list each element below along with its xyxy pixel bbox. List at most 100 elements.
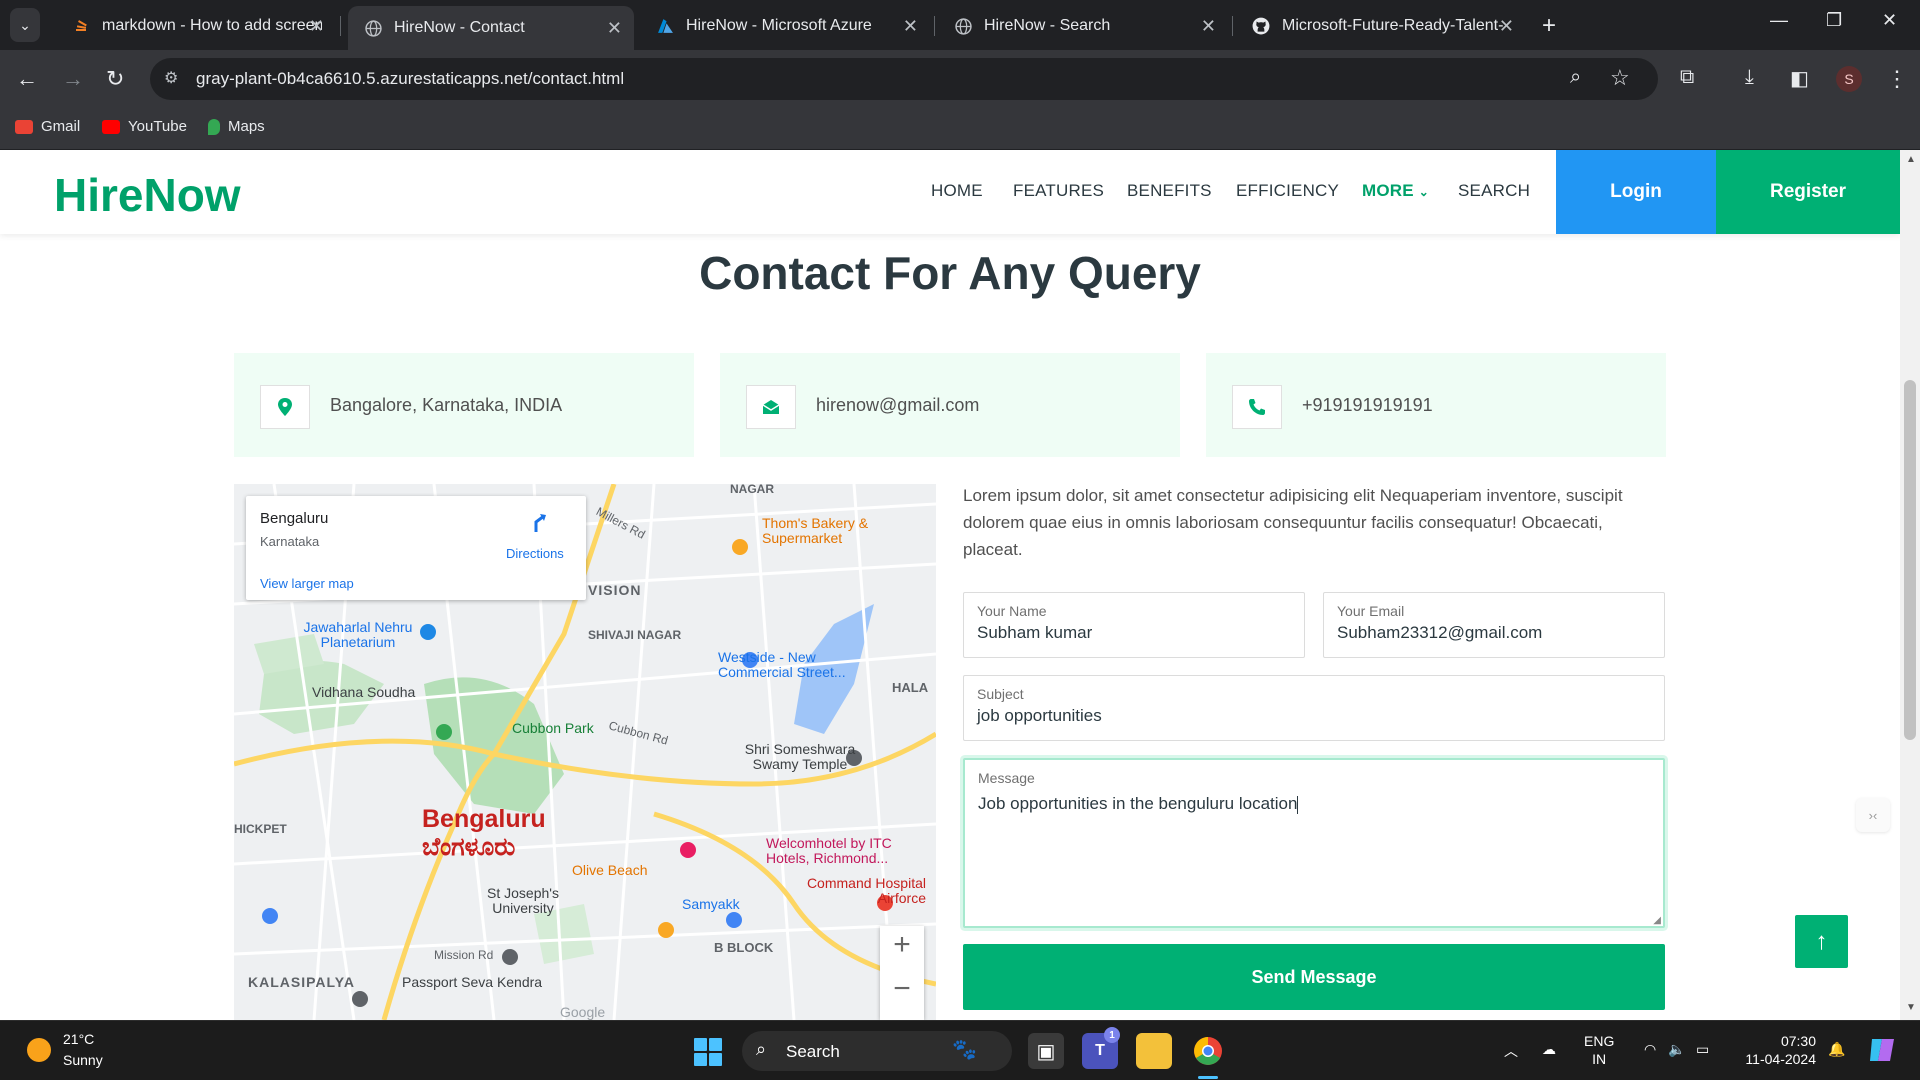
scroll-down-icon[interactable]: ▼ bbox=[1906, 1002, 1916, 1013]
map-label: Google bbox=[560, 1004, 606, 1020]
email-field[interactable]: Your Email Subham23312@gmail.com bbox=[1323, 592, 1665, 658]
active-app-indicator bbox=[1198, 1076, 1218, 1079]
back-arrow-icon[interactable]: ← bbox=[16, 66, 38, 92]
register-button[interactable]: Register bbox=[1716, 150, 1900, 234]
new-tab-button[interactable]: + bbox=[1542, 12, 1556, 40]
menu-dots-icon[interactable]: ⋮ bbox=[1886, 66, 1908, 92]
bookmark-maps[interactable]: Maps bbox=[208, 118, 265, 135]
reload-icon[interactable]: ↻ bbox=[106, 66, 124, 92]
file-explorer-icon[interactable] bbox=[1136, 1033, 1172, 1069]
map-label: Samyakk bbox=[682, 896, 740, 912]
globe-icon bbox=[364, 19, 382, 37]
back-to-top-button[interactable]: ↑ bbox=[1795, 915, 1848, 968]
sun-icon[interactable] bbox=[27, 1038, 51, 1062]
tab-github[interactable]: Microsoft-Future-Ready-Talent- ✕ bbox=[1236, 6, 1526, 46]
message-textarea[interactable]: Message Job opportunities in the bengulu… bbox=[963, 758, 1665, 928]
close-tab-icon[interactable]: ✕ bbox=[1201, 16, 1216, 37]
login-button[interactable]: Login bbox=[1556, 150, 1716, 234]
map-info-card: Bengaluru Karnataka Directions View larg… bbox=[246, 496, 586, 600]
bookmarks-bar: Gmail YouTube Maps bbox=[0, 108, 1920, 150]
restore-button[interactable]: ❐ bbox=[1826, 10, 1842, 31]
tab-title: markdown - How to add screen bbox=[102, 17, 322, 34]
language-indicator[interactable]: ENG IN bbox=[1584, 1032, 1614, 1068]
extensions-icon[interactable]: ⧉ bbox=[1680, 66, 1694, 89]
contact-intro: Lorem ipsum dolor, sit amet consectetur … bbox=[963, 486, 1623, 559]
close-tab-icon[interactable]: ✕ bbox=[1499, 16, 1514, 37]
side-panel-icon[interactable]: ◧ bbox=[1790, 66, 1809, 91]
map-zoom-control: + − bbox=[880, 926, 924, 1020]
tab-hirenow-contact[interactable]: HireNow - Contact ✕ bbox=[348, 6, 634, 50]
name-field[interactable]: Your Name Subham kumar bbox=[963, 592, 1305, 658]
download-icon[interactable]: ⤓ bbox=[1745, 66, 1754, 89]
nav-efficiency[interactable]: EFFICIENCY bbox=[1236, 181, 1339, 201]
web-page: HireNow HOME FEATURES BENEFITS EFFICIENC… bbox=[0, 150, 1900, 1020]
nav-more[interactable]: MORE ⌄ bbox=[1362, 181, 1429, 201]
bookmark-youtube[interactable]: YouTube bbox=[102, 118, 187, 135]
bookmark-star-icon[interactable]: ☆ bbox=[1610, 65, 1630, 91]
resize-handle-icon[interactable]: ◢ bbox=[1653, 915, 1661, 926]
battery-icon[interactable]: ▭ bbox=[1696, 1041, 1709, 1058]
nav-benefits[interactable]: BENEFITS bbox=[1127, 181, 1212, 201]
map-label: St Joseph's University bbox=[487, 885, 559, 916]
map-city-label: Bengaluru ಬೆಂಗಳೂರು bbox=[422, 805, 546, 861]
windows-taskbar: 21°C Sunny ⌕ Search 🐾 ▣ T 1 ︿ ☁ ENG IN ◠… bbox=[0, 1020, 1920, 1080]
send-message-button[interactable]: Send Message bbox=[963, 944, 1665, 1010]
directions-link[interactable]: Directions bbox=[506, 546, 564, 561]
map-label: Mission Rd bbox=[434, 948, 494, 962]
map-label: VISION bbox=[588, 582, 642, 598]
subject-field[interactable]: Subject job opportunities bbox=[963, 675, 1665, 741]
copilot-icon[interactable] bbox=[1868, 1037, 1896, 1066]
onedrive-icon[interactable]: ☁ bbox=[1542, 1041, 1556, 1058]
map-label: SHIVAJI NAGAR bbox=[588, 628, 682, 642]
close-tab-icon[interactable]: ✕ bbox=[309, 16, 324, 37]
close-tab-icon[interactable]: ✕ bbox=[607, 18, 622, 39]
map-label: HALA bbox=[892, 680, 929, 695]
scroll-thumb[interactable] bbox=[1904, 380, 1916, 740]
map-label: Vidhana Soudha bbox=[312, 684, 416, 700]
site-settings-icon[interactable]: ⚙ bbox=[164, 68, 178, 88]
teams-icon[interactable]: T 1 bbox=[1082, 1027, 1120, 1069]
zoom-in-icon[interactable]: + bbox=[880, 928, 924, 962]
task-view-icon[interactable]: ▣ bbox=[1028, 1033, 1064, 1069]
view-larger-map-link[interactable]: View larger map bbox=[260, 576, 354, 591]
chevron-up-icon[interactable]: ︿ bbox=[1504, 1041, 1518, 1061]
zoom-out-icon[interactable]: − bbox=[880, 972, 924, 1006]
map-label: Westside - New Commercial Street... bbox=[718, 649, 846, 680]
nav-features[interactable]: FEATURES bbox=[1013, 181, 1104, 201]
windows-start-icon[interactable] bbox=[694, 1038, 722, 1066]
close-window-button[interactable]: ✕ bbox=[1882, 10, 1897, 31]
wifi-icon[interactable]: ◠ bbox=[1644, 1041, 1656, 1058]
tab-hirenow-search[interactable]: HireNow - Search ✕ bbox=[938, 6, 1228, 46]
embedded-map[interactable]: Bengaluru Karnataka Directions View larg… bbox=[234, 484, 936, 1020]
tab-azure[interactable]: HireNow - Microsoft Azure ✕ bbox=[640, 6, 930, 46]
clock[interactable]: 07:30 11-04-2024 bbox=[1738, 1032, 1816, 1068]
tab-markdown[interactable]: markdown - How to add screen ✕ bbox=[56, 6, 336, 46]
page-scrollbar[interactable]: ▲ ▼ bbox=[1900, 150, 1920, 1020]
brand-logo[interactable]: HireNow bbox=[54, 168, 241, 222]
map-label: NAGAR bbox=[730, 484, 774, 496]
address-bar[interactable]: ⚙ gray-plant-0b4ca6610.5.azurestaticapps… bbox=[150, 58, 1658, 100]
bookmark-gmail[interactable]: Gmail bbox=[15, 118, 80, 135]
directions-icon[interactable] bbox=[528, 510, 552, 534]
taskbar-search[interactable]: ⌕ Search 🐾 bbox=[742, 1031, 1012, 1071]
tab-search-button[interactable]: ⌄ bbox=[10, 8, 40, 42]
weather-description[interactable]: Sunny bbox=[63, 1052, 103, 1068]
forward-arrow-icon[interactable]: → bbox=[62, 66, 84, 92]
envelope-open-icon bbox=[746, 385, 796, 429]
nav-home[interactable]: HOME bbox=[931, 181, 983, 201]
weather-temperature[interactable]: 21°C bbox=[63, 1031, 94, 1047]
scroll-up-icon[interactable]: ▲ bbox=[1906, 154, 1916, 165]
nav-search[interactable]: SEARCH bbox=[1458, 181, 1530, 201]
map-label: Shri Someshwara Swamy Temple bbox=[744, 741, 856, 772]
phone-card: +919191919191 bbox=[1206, 353, 1666, 457]
minimize-button[interactable]: — bbox=[1770, 10, 1788, 31]
map-label: B BLOCK bbox=[714, 940, 774, 955]
close-tab-icon[interactable]: ✕ bbox=[903, 16, 918, 37]
zoom-icon[interactable]: ⌕ bbox=[1570, 66, 1581, 89]
extension-widget-icon[interactable]: ›‹ bbox=[1856, 798, 1890, 832]
profile-avatar[interactable]: S bbox=[1836, 66, 1862, 92]
bell-icon[interactable]: 🔔 bbox=[1828, 1041, 1845, 1058]
site-navbar: HireNow HOME FEATURES BENEFITS EFFICIENC… bbox=[0, 150, 1900, 234]
volume-icon[interactable]: 🔈 bbox=[1668, 1041, 1685, 1058]
chrome-icon[interactable] bbox=[1190, 1033, 1226, 1069]
